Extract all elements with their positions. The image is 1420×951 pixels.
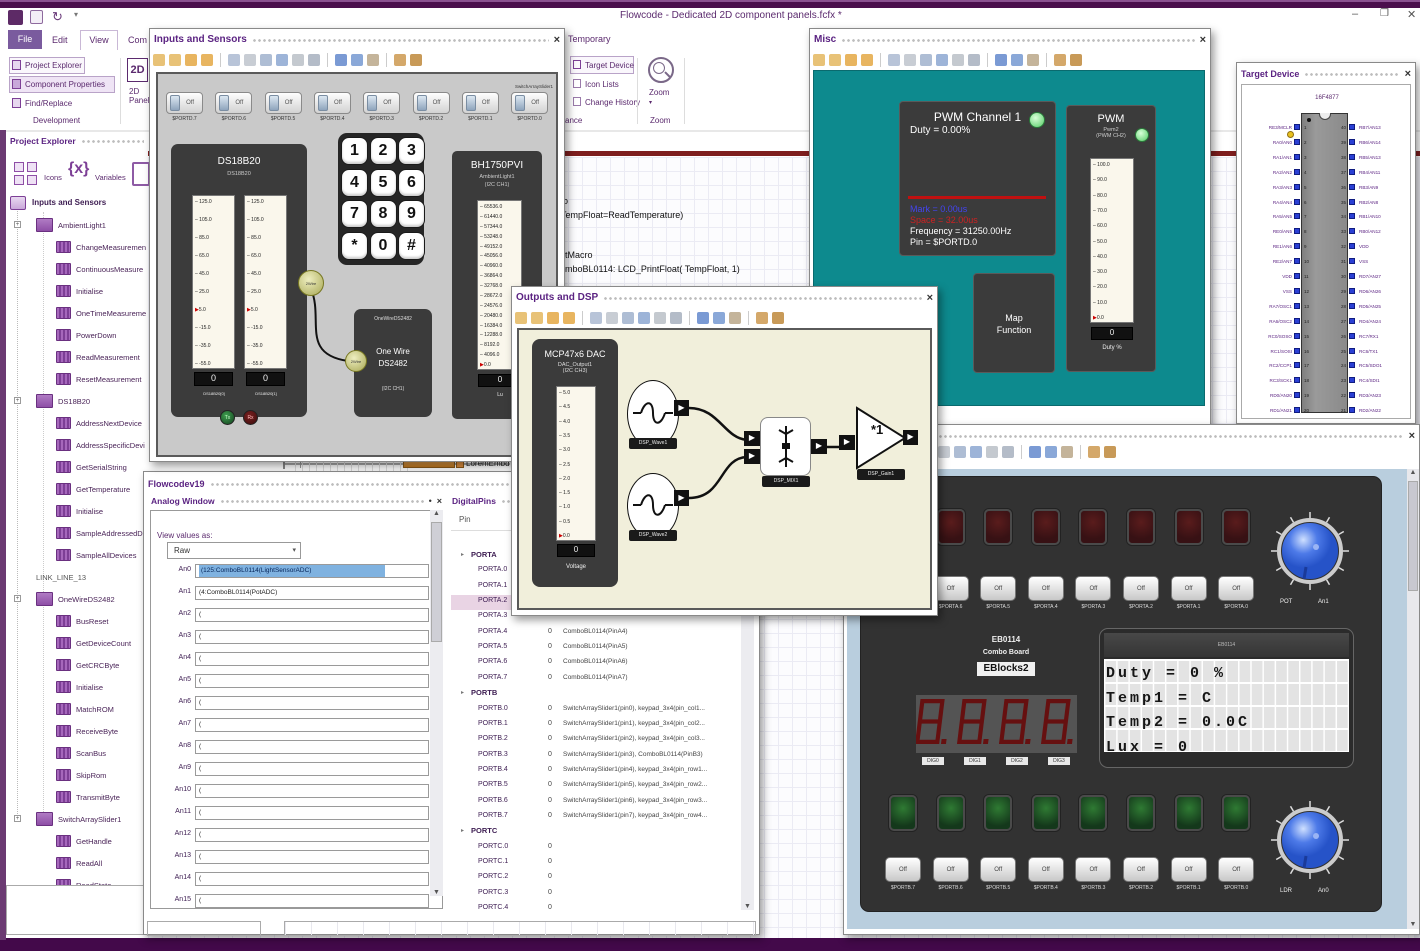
svg-text:*1: *1 xyxy=(871,422,883,437)
